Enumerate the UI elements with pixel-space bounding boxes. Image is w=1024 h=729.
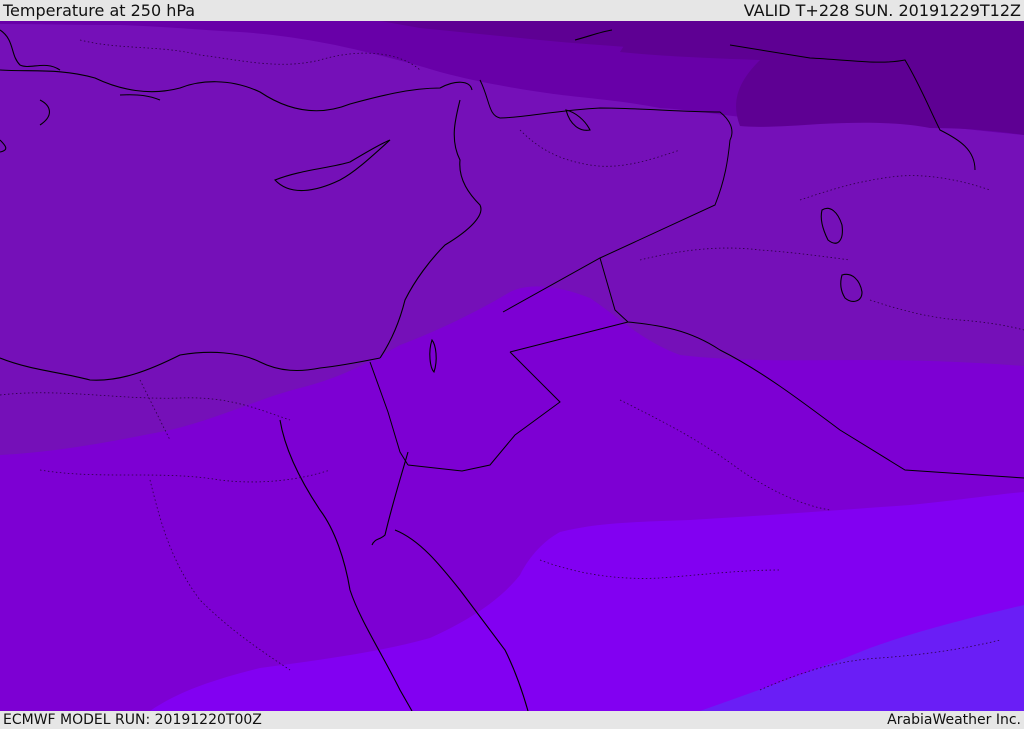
header-bar: Temperature at 250 hPa VALID T+228 SUN. …	[0, 0, 1024, 21]
credit: ArabiaWeather Inc.	[887, 712, 1021, 728]
map-title: Temperature at 250 hPa	[3, 0, 196, 20]
temperature-map[interactable]	[0, 21, 1024, 711]
model-run: ECMWF MODEL RUN: 20191220T00Z	[3, 712, 262, 728]
valid-time: VALID T+228 SUN. 20191229T12Z	[743, 0, 1021, 20]
footer-bar: ECMWF MODEL RUN: 20191220T00Z ArabiaWeat…	[0, 711, 1024, 729]
